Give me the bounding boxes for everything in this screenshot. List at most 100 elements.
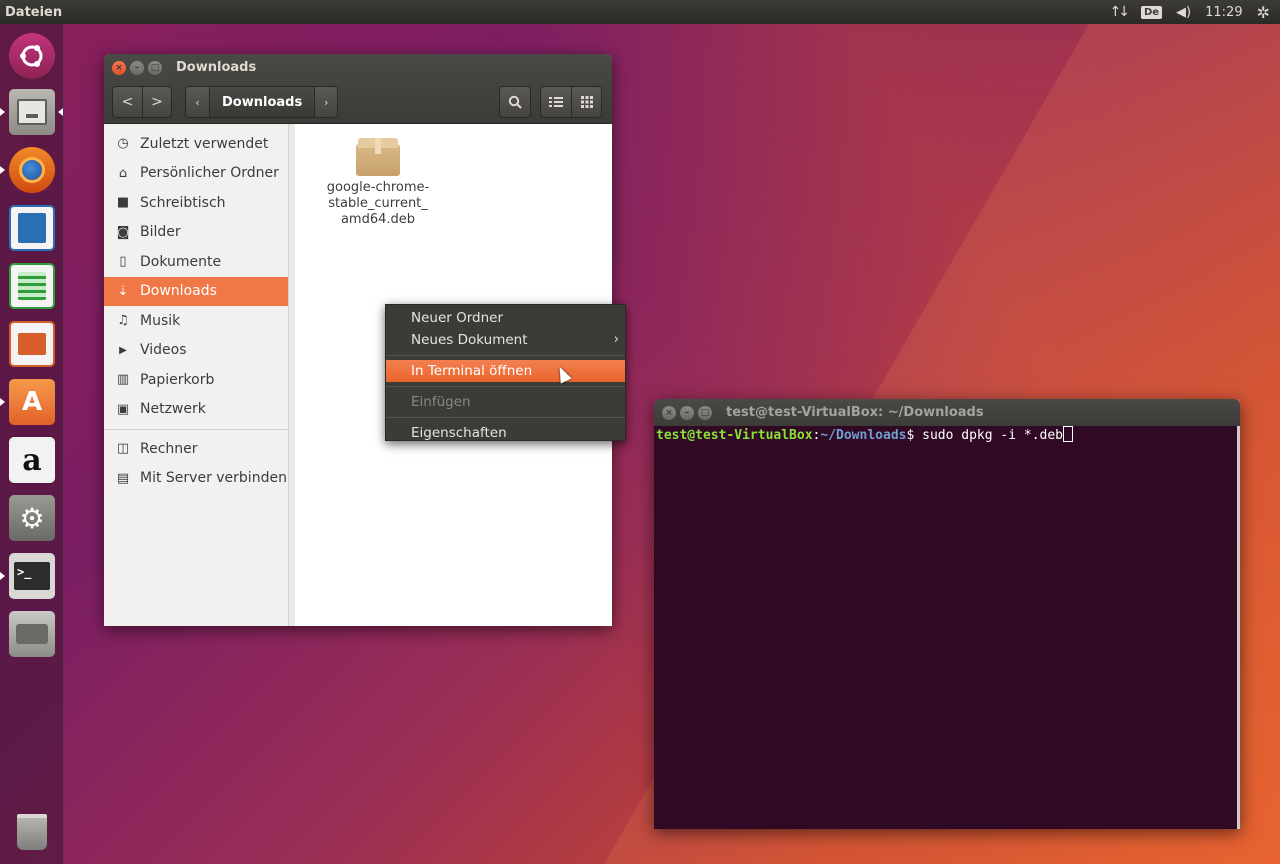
- launcher-ubuntu-software[interactable]: A: [6, 376, 58, 428]
- sidebar-item-label: Rechner: [140, 440, 198, 457]
- sidebar-item-label: Papierkorb: [140, 371, 215, 388]
- forward-button[interactable]: >: [142, 87, 171, 117]
- menu-item-new-folder[interactable]: Neuer Ordner: [386, 307, 625, 329]
- sidebar-item-downloads[interactable]: ⇣ Downloads: [104, 276, 288, 306]
- sidebar-item-documents[interactable]: ▯ Dokumente: [104, 247, 288, 277]
- submenu-arrow-icon: ›: [613, 332, 619, 347]
- launcher-running-pip: [0, 398, 5, 406]
- launcher-focused-pip: [58, 108, 63, 116]
- server-icon: ▤: [116, 470, 130, 486]
- window-controls: × – □: [662, 406, 712, 420]
- network-indicator-icon[interactable]: ↑↓: [1109, 4, 1130, 20]
- launcher-terminal[interactable]: >_: [6, 550, 58, 602]
- document-icon: ▯: [119, 254, 127, 270]
- menu-separator: [386, 355, 625, 356]
- active-app-name[interactable]: Dateien: [0, 5, 62, 20]
- impress-icon: [9, 321, 55, 367]
- sidebar-item-trash[interactable]: ▥ Papierkorb: [104, 365, 288, 395]
- menu-item-properties[interactable]: Eigenschaften: [386, 422, 625, 444]
- amazon-icon: a: [9, 437, 55, 483]
- sidebar-item-label: Dokumente: [140, 253, 222, 270]
- launcher-running-pip: [0, 572, 5, 580]
- file-item[interactable]: google-chrome- stable_current_ amd64.deb: [313, 138, 443, 228]
- chevron-left-icon: <: [121, 94, 134, 110]
- keyboard-layout-indicator[interactable]: De: [1140, 5, 1163, 19]
- network-icon: ▣: [116, 401, 130, 417]
- menu-item-open-in-terminal[interactable]: In Terminal öffnen: [386, 360, 625, 382]
- sidebar-item-computer[interactable]: ◫ Rechner: [104, 434, 288, 464]
- launcher-trash[interactable]: [6, 806, 58, 858]
- maximize-window-button[interactable]: □: [148, 61, 162, 75]
- prompt-path: ~/Downloads: [820, 428, 907, 443]
- path-scroll-left-button[interactable]: ‹: [186, 87, 209, 117]
- chevron-right-icon: >: [151, 94, 163, 110]
- sidebar-item-network[interactable]: ▣ Netzwerk: [104, 395, 288, 425]
- volume-indicator-icon[interactable]: ◀): [1176, 5, 1191, 20]
- minimize-window-button[interactable]: –: [130, 61, 144, 75]
- menu-item-label: Neues Dokument: [411, 332, 528, 348]
- sidebar-item-pictures[interactable]: ◙ Bilder: [104, 218, 288, 248]
- grid-view-button[interactable]: [571, 87, 601, 117]
- terminal-screen[interactable]: test@test-VirtualBox:~/Downloads$ sudo d…: [654, 426, 1240, 829]
- folder-icon: ■: [116, 195, 130, 211]
- session-gear-icon[interactable]: ✲: [1257, 3, 1270, 22]
- clock[interactable]: 11:29: [1205, 5, 1242, 20]
- launcher-libreoffice-calc[interactable]: [6, 260, 58, 312]
- terminal-title: test@test-VirtualBox: ~/Downloads: [726, 405, 984, 420]
- terminal-command: sudo dpkg -i *.deb: [922, 428, 1064, 443]
- back-button[interactable]: <: [113, 87, 142, 117]
- sidebar-item-label: Videos: [140, 342, 187, 359]
- list-view-icon: [549, 97, 563, 107]
- file-name: google-chrome- stable_current_ amd64.deb: [326, 180, 430, 227]
- terminal-window: × – □ test@test-VirtualBox: ~/Downloads …: [654, 399, 1240, 829]
- ubuntu-circle-icon: [20, 45, 43, 67]
- sidebar-item-music[interactable]: ♫ Musik: [104, 306, 288, 336]
- top-panel: Dateien ↑↓ De ◀) 11:29 ✲: [0, 0, 1280, 24]
- sidebar-item-desktop[interactable]: ■ Schreibtisch: [104, 188, 288, 218]
- sidebar-item-label: Schreibtisch: [140, 194, 226, 211]
- menu-item-paste: Einfügen: [411, 394, 471, 410]
- sidebar-item-label: Mit Server verbinden: [140, 470, 287, 487]
- window-title: Downloads: [176, 60, 257, 75]
- launcher-disk-drive[interactable]: [6, 608, 58, 660]
- breadcrumb-downloads[interactable]: Downloads: [209, 87, 315, 117]
- path-bar: ‹ Downloads ›: [185, 86, 339, 118]
- sidebar-item-recent[interactable]: ◷ Zuletzt verwendet: [104, 129, 288, 159]
- menu-item-new-document[interactable]: Neues Dokument ›: [386, 329, 625, 351]
- settings-tools-icon: ⚙: [9, 495, 55, 541]
- launcher-firefox[interactable]: [6, 144, 58, 196]
- terminal-icon: >_: [9, 553, 55, 599]
- history-buttons: < >: [112, 86, 172, 118]
- path-scroll-right-button[interactable]: ›: [314, 87, 337, 117]
- ubuntu-logo-icon: [9, 33, 55, 79]
- sidebar-item-label: Musik: [140, 312, 181, 329]
- camera-icon: ◙: [116, 224, 130, 240]
- prompt-user-host: test@test-VirtualBox: [656, 428, 813, 443]
- sidebar-item-label: Downloads: [140, 283, 217, 300]
- prompt-symbol: $: [906, 428, 923, 443]
- trash-icon: ▥: [116, 372, 130, 388]
- launcher-dash-home[interactable]: [6, 30, 58, 82]
- close-window-button[interactable]: ×: [662, 406, 676, 420]
- sidebar-item-home[interactable]: ⌂ Persönlicher Ordner: [104, 159, 288, 189]
- chevron-right-icon: ›: [324, 95, 329, 109]
- launcher-amazon[interactable]: a: [6, 434, 58, 486]
- minimize-window-button[interactable]: –: [680, 406, 694, 420]
- launcher-libreoffice-impress[interactable]: [6, 318, 58, 370]
- sidebar-item-label: Bilder: [140, 224, 181, 241]
- close-window-button[interactable]: ×: [112, 61, 126, 75]
- search-button[interactable]: [500, 87, 530, 117]
- video-icon: ▶: [119, 344, 127, 356]
- clock-icon: ◷: [117, 136, 129, 152]
- sidebar-item-videos[interactable]: ▶ Videos: [104, 336, 288, 366]
- launcher-libreoffice-writer[interactable]: [6, 202, 58, 254]
- maximize-window-button[interactable]: □: [698, 406, 712, 420]
- list-view-button[interactable]: [541, 87, 571, 117]
- launcher-files[interactable]: [6, 86, 58, 138]
- writer-icon: [9, 205, 55, 251]
- file-manager-headerbar: × – □ Downloads < > ‹ Downloads ›: [104, 54, 612, 124]
- view-mode-buttons: [540, 86, 602, 118]
- launcher-system-settings[interactable]: ⚙: [6, 492, 58, 544]
- sidebar-item-connect-server[interactable]: ▤ Mit Server verbinden: [104, 464, 288, 494]
- launcher: A a ⚙ >_: [0, 24, 64, 864]
